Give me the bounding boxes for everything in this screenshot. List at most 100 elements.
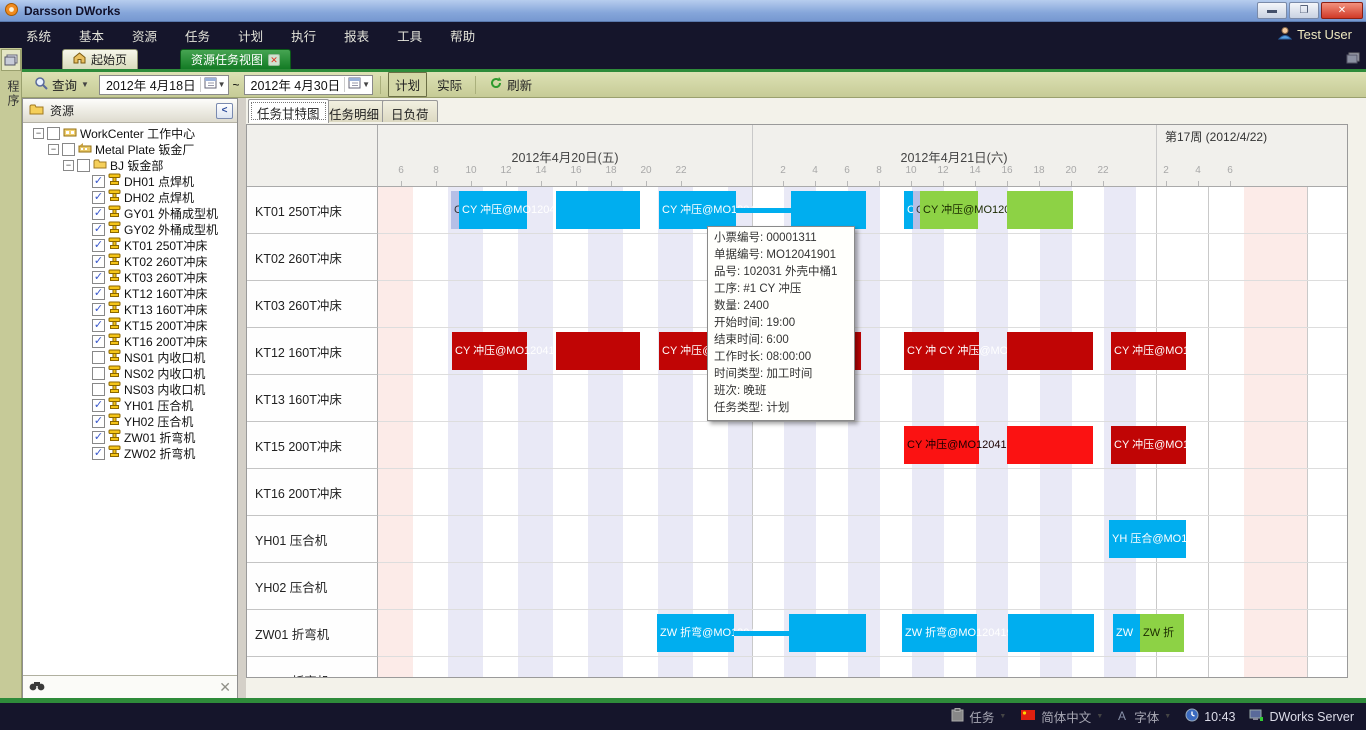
gantt-bar[interactable]: C (913, 191, 920, 229)
refresh-button[interactable]: 刷新 (483, 73, 538, 96)
minimize-button[interactable]: ▬ (1257, 2, 1287, 19)
gantt-bar[interactable]: CY 冲压@MO12041902 (920, 191, 978, 229)
menu-item-6[interactable]: 报表 (330, 22, 383, 49)
tree-item-YH02[interactable]: ✓YH02 压合机 (23, 413, 237, 429)
status-item-2[interactable]: A字体▼ (1117, 707, 1171, 726)
tree-checkbox[interactable] (92, 383, 105, 396)
tree-item-BJ[interactable]: −BJ 钣金部 (23, 157, 237, 173)
tab-daily-load[interactable]: 日负荷 (382, 100, 438, 122)
gantt-bar[interactable]: CY 冲压@MO12041901 (659, 191, 736, 229)
tab-gantt-chart[interactable]: 任务甘特图 (248, 99, 329, 123)
tree-item-WorkCenter[interactable]: −WorkCenter 工作中心 (23, 125, 237, 141)
tab-task-detail[interactable]: 任务明细 (320, 100, 388, 122)
tree-checkbox[interactable]: ✓ (92, 431, 105, 444)
menu-item-3[interactable]: 任务 (171, 22, 224, 49)
tree-item-DH01[interactable]: ✓DH01 点焊机 (23, 173, 237, 189)
date-from-picker[interactable]: 2012年 4月18日 ▼ (99, 75, 229, 95)
tree-item-KT03[interactable]: ✓KT03 260T冲床 (23, 269, 237, 285)
tree-item-GY02[interactable]: ✓GY02 外桶成型机 (23, 221, 237, 237)
tree-checkbox[interactable]: ✓ (92, 287, 105, 300)
tree-item-KT16[interactable]: ✓KT16 200T冲床 (23, 333, 237, 349)
tree-item-GY01[interactable]: ✓GY01 外桶成型机 (23, 205, 237, 221)
status-item-0[interactable]: 任务▼ (951, 707, 1006, 726)
tree-expander-icon[interactable]: − (63, 160, 74, 171)
tree-item-YH01[interactable]: ✓YH01 压合机 (23, 397, 237, 413)
tree-item-NS01[interactable]: NS01 内收口机 (23, 349, 237, 365)
tab-start-page[interactable]: 起始页 (62, 49, 138, 69)
tree-checkbox[interactable] (77, 159, 90, 172)
gantt-bar[interactable]: CY 冲压@MO1 (1111, 332, 1186, 370)
gantt-bar[interactable]: ZW 折 (1140, 614, 1184, 652)
row-label-YH01[interactable]: YH01 压合机 (247, 516, 378, 563)
gantt-bar[interactable] (1007, 332, 1093, 370)
gantt-bar[interactable]: C (904, 191, 913, 229)
user-indicator[interactable]: Test User (1278, 26, 1352, 43)
tree-checkbox[interactable]: ✓ (92, 207, 105, 220)
actual-toggle-button[interactable]: 实际 (431, 73, 468, 96)
row-label-KT15[interactable]: KT15 200T冲床 (247, 422, 378, 469)
gantt-bar[interactable]: CY 冲压@MO1 (1111, 426, 1186, 464)
gantt-bar[interactable] (1007, 426, 1093, 464)
row-label-KT12[interactable]: KT12 160T冲床 (247, 328, 378, 375)
query-button[interactable]: 查询 ▼ (28, 73, 95, 96)
tree-item-ZW01[interactable]: ✓ZW01 折弯机 (23, 429, 237, 445)
row-label-KT16[interactable]: KT16 200T冲床 (247, 469, 378, 516)
tree-checkbox[interactable]: ✓ (92, 223, 105, 236)
collapse-panel-button[interactable]: < (216, 103, 233, 119)
tree-item-ZW02[interactable]: ✓ZW02 折弯机 (23, 445, 237, 461)
tree-checkbox[interactable]: ✓ (92, 415, 105, 428)
gantt-bar[interactable]: C (451, 191, 459, 229)
row-label-ZW01[interactable]: ZW01 折弯机 (247, 610, 378, 657)
status-item-1[interactable]: 简体中文▼ (1020, 707, 1103, 726)
gantt-bar[interactable]: CY 冲压@MO12041903 (904, 426, 979, 464)
gantt-bar[interactable]: YH 压合@MO1 (1109, 520, 1186, 558)
tree-checkbox[interactable] (62, 143, 75, 156)
tree-checkbox[interactable]: ✓ (92, 191, 105, 204)
tab-resource-task-view[interactable]: 资源任务视图 ✕ (180, 49, 291, 69)
gantt-bar[interactable] (789, 614, 866, 652)
menu-item-0[interactable]: 系统 (12, 22, 65, 49)
tree-expander-icon[interactable]: − (48, 144, 59, 155)
status-item-3[interactable]: 10:43 (1185, 708, 1235, 725)
tree-checkbox[interactable]: ✓ (92, 255, 105, 268)
tree-checkbox[interactable]: ✓ (92, 175, 105, 188)
status-item-4[interactable]: DWorks Server (1249, 709, 1354, 725)
tree-checkbox[interactable]: ✓ (92, 335, 105, 348)
row-label-KT02[interactable]: KT02 260T冲床 (247, 234, 378, 281)
tree-checkbox[interactable]: ✓ (92, 271, 105, 284)
row-label-KT13[interactable]: KT13 160T冲床 (247, 375, 378, 422)
gantt-bar[interactable] (791, 191, 866, 229)
gantt-bar[interactable] (736, 208, 791, 213)
gantt-bar[interactable] (556, 191, 640, 229)
tree-checkbox[interactable]: ✓ (92, 319, 105, 332)
menu-item-8[interactable]: 帮助 (436, 22, 489, 49)
gantt-bar[interactable] (1007, 191, 1073, 229)
menu-item-1[interactable]: 基本 (65, 22, 118, 49)
tree-item-NS02[interactable]: NS02 内收口机 (23, 365, 237, 381)
gantt-bar[interactable]: CY 冲压@MO12041901 (459, 191, 527, 229)
tree-checkbox[interactable] (47, 127, 60, 140)
tree-item-KT01[interactable]: ✓KT01 250T冲床 (23, 237, 237, 253)
tree-checkbox[interactable]: ✓ (92, 447, 105, 460)
tab-close-icon[interactable]: ✕ (268, 54, 280, 66)
menu-item-5[interactable]: 执行 (277, 22, 330, 49)
row-label-ZW02[interactable]: ZW02 折弯机 (247, 657, 378, 678)
tree-expander-icon[interactable]: − (33, 128, 44, 139)
gantt-bar[interactable] (1008, 614, 1094, 652)
tree-item-KT12[interactable]: ✓KT12 160T冲床 (23, 285, 237, 301)
tree-item-DH02[interactable]: ✓DH02 点焊机 (23, 189, 237, 205)
plan-toggle-button[interactable]: 计划 (388, 72, 427, 97)
restore-button[interactable]: ❐ (1289, 2, 1319, 19)
menu-item-4[interactable]: 计划 (224, 22, 277, 49)
tree-item-KT02[interactable]: ✓KT02 260T冲床 (23, 253, 237, 269)
gantt-bar[interactable]: ZW 折弯@MO12041901 (657, 614, 734, 652)
program-panel-button[interactable] (1, 49, 21, 71)
tree-item-Metal[interactable]: −Metal Plate 钣金厂 (23, 141, 237, 157)
row-label-YH02[interactable]: YH02 压合机 (247, 563, 378, 610)
tree-checkbox[interactable]: ✓ (92, 303, 105, 316)
tree-item-KT15[interactable]: ✓KT15 200T冲床 (23, 317, 237, 333)
tree-checkbox[interactable]: ✓ (92, 239, 105, 252)
tree-checkbox[interactable] (92, 367, 105, 380)
tree-item-NS03[interactable]: NS03 内收口机 (23, 381, 237, 397)
window-list-icon[interactable] (1346, 52, 1360, 67)
